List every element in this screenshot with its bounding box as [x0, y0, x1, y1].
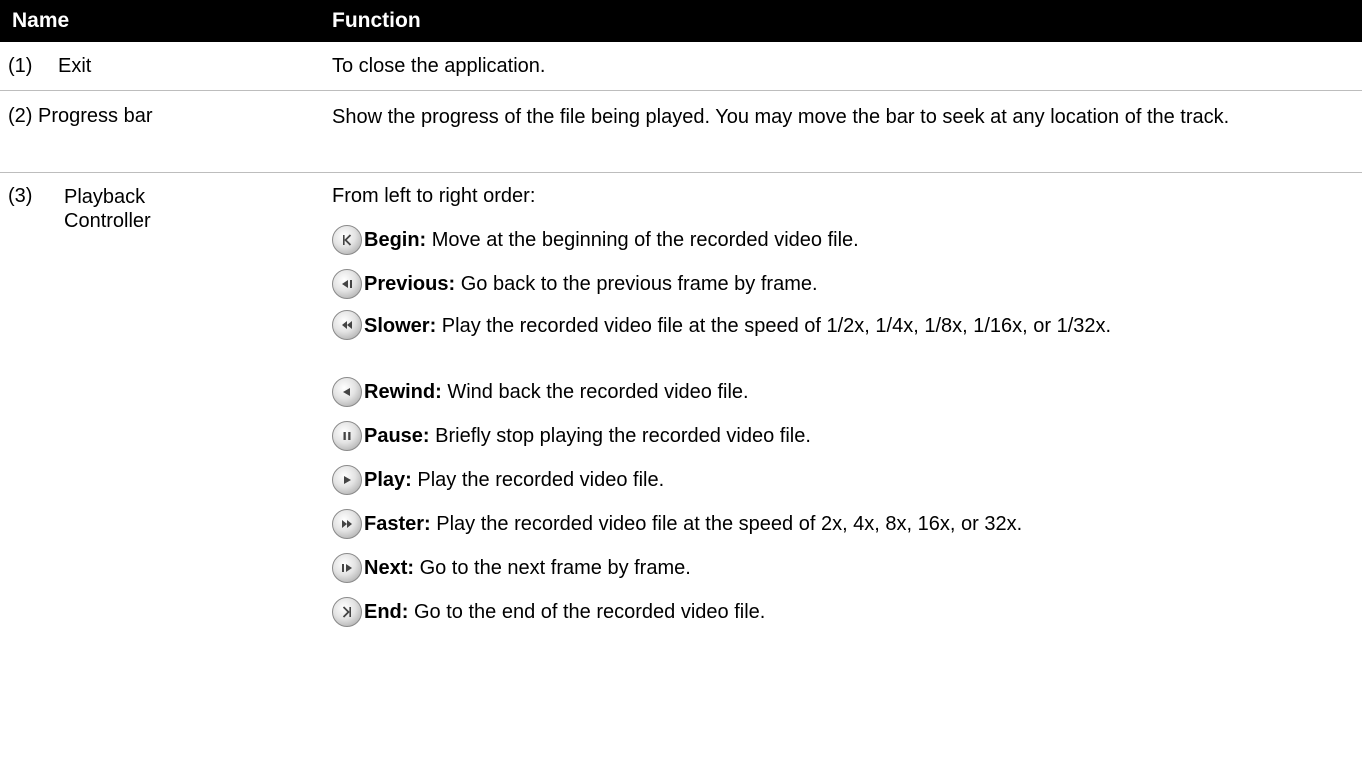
control-item-begin: Begin: Move at the beginning of the reco…	[332, 218, 1342, 262]
row-number: (1)	[8, 54, 33, 77]
control-desc: Play the recorded video file.	[411, 468, 665, 491]
row-number: (2)	[8, 105, 33, 127]
row-name-line2: Controller	[64, 210, 151, 232]
row-function: Show the progress of the file being play…	[332, 106, 1230, 128]
control-item-rewind: Rewind: Wind back the recorded video fil…	[332, 370, 1342, 414]
table-row: (2) Progress bar Show the progress of th…	[0, 91, 1362, 173]
control-label: Faster:	[364, 512, 431, 535]
control-label: Rewind:	[364, 380, 442, 403]
control-item-pause: Pause: Briefly stop playing the recorded…	[332, 414, 1342, 458]
previous-icon	[332, 269, 362, 299]
begin-icon	[332, 225, 362, 255]
slower-icon	[332, 310, 362, 340]
pause-icon	[332, 421, 362, 451]
controller-intro: From left to right order:	[332, 185, 536, 207]
control-desc: Go back to the previous frame by frame.	[455, 272, 818, 295]
control-desc: Go to the next frame by frame.	[414, 556, 691, 579]
next-icon	[332, 553, 362, 583]
control-desc: Play the recorded video file at the spee…	[430, 512, 1023, 535]
header-name: Name	[12, 9, 70, 32]
table-row: (1) Exit To close the application.	[0, 42, 1362, 91]
table-row: (3) Playback Controller From left to rig…	[0, 173, 1362, 733]
row-name-line1: Playback	[64, 186, 146, 208]
table-header: Name Function	[0, 0, 1362, 42]
control-desc: Play the recorded video file at the spee…	[436, 315, 1112, 337]
end-icon	[332, 597, 362, 627]
rewind-icon	[332, 377, 362, 407]
row-name: Progress bar	[38, 105, 153, 127]
control-item-previous: Previous: Go back to the previous frame …	[332, 262, 1342, 306]
control-label: Slower:	[364, 315, 437, 337]
control-item-next: Next: Go to the next frame by frame.	[332, 546, 1342, 590]
control-desc: Briefly stop playing the recorded video …	[429, 424, 811, 447]
control-label: Play:	[364, 468, 412, 491]
control-label: Previous:	[364, 272, 456, 295]
row-name: Exit	[58, 54, 92, 77]
control-label: End:	[364, 600, 409, 623]
control-label: Pause:	[364, 424, 430, 447]
header-function: Function	[332, 9, 421, 32]
row-number: (3)	[8, 185, 33, 207]
row-name-cell: (1) Exit	[0, 55, 332, 78]
control-desc: Wind back the recorded video file.	[441, 380, 749, 403]
controller-list: From left to right order: Begin: Move at…	[332, 173, 1362, 733]
faster-icon	[332, 509, 362, 539]
function-table: Name Function (1) Exit To close the appli…	[0, 0, 1362, 733]
control-desc: Move at the beginning of the recorded vi…	[426, 228, 859, 251]
row-name-cell: (3) Playback Controller	[0, 173, 332, 733]
play-icon	[332, 465, 362, 495]
control-desc: Go to the end of the recorded video file…	[408, 600, 766, 623]
control-item-end: End: Go to the end of the recorded video…	[332, 590, 1342, 634]
control-item-faster: Faster: Play the recorded video file at …	[332, 502, 1342, 546]
control-label: Begin:	[364, 228, 427, 251]
control-item-play: Play: Play the recorded video file.	[332, 458, 1342, 502]
row-name-cell: (2) Progress bar	[0, 91, 332, 172]
control-item-slower: Slower: Play the recorded video file at …	[332, 306, 1342, 370]
control-label: Next:	[364, 556, 415, 579]
row-function: To close the application.	[332, 54, 546, 77]
